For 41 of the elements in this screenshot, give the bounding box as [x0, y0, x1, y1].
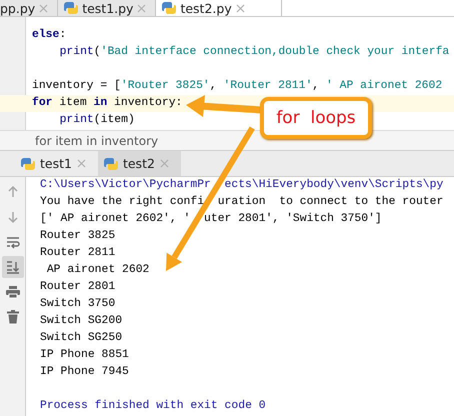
close-icon[interactable] [137, 4, 146, 12]
code-line: inventory = ['Router 3825', 'Router 2811', ' AP aironet 2602 [32, 80, 442, 92]
console-line: Switch 3750 [40, 296, 116, 312]
code-line: else: [32, 29, 66, 41]
close-icon[interactable] [39, 4, 48, 12]
soft-wrap-icon [6, 235, 20, 249]
console-text: C:\Users\Victor\PycharmPr [40, 179, 211, 191]
trash-icon [6, 310, 20, 324]
console-text: ects\HiEverybody\venv\Scripts\py [224, 179, 444, 191]
console-line: Switch SG200 [40, 314, 124, 329]
toolbar-button[interactable] [2, 256, 24, 278]
python-icon [21, 156, 35, 170]
console-text: uration to connect to the router [218, 196, 444, 208]
python-icon [104, 156, 118, 170]
console-line: IP Phone 8851 [40, 348, 130, 363]
console-line: Router 2811 [40, 246, 116, 261]
console-text: uter 2801', 'Switch 3750'] [204, 213, 382, 225]
breadcrumb[interactable]: for item in inventory [35, 134, 158, 148]
up-arrow-icon [6, 185, 20, 199]
down-arrow-icon [6, 210, 20, 224]
console-line: Process finished with exit code 0 [40, 398, 267, 414]
console-line: IP Phone 7945 [40, 364, 130, 380]
scroll-to-end-icon [6, 260, 20, 274]
console-line: AP aironet 2602 [46, 262, 150, 278]
code-line: print(item) [58, 114, 135, 126]
code-line: print('Bad interface connection,double check your interfa [58, 46, 450, 58]
run-tab[interactable]: test2 [98, 151, 181, 176]
console-line: Router 2801 [40, 280, 116, 295]
code-line: for item in inventory: [32, 97, 182, 109]
console-text: [' AP aironet 2602', ' [40, 213, 190, 225]
console-line: Router 3825 [40, 229, 116, 244]
print-icon [6, 285, 20, 299]
run-tab[interactable]: test1 [15, 151, 98, 176]
callout-label: for loops [260, 97, 372, 139]
close-icon[interactable] [160, 159, 169, 168]
file-tab[interactable]: pp.py [0, 0, 58, 16]
file-tab[interactable]: test1.py [58, 0, 156, 16]
close-icon[interactable] [236, 4, 245, 12]
console-text: You have the right confi [40, 196, 204, 208]
console-line: Switch SG250 [40, 330, 124, 346]
close-icon[interactable] [76, 159, 86, 168]
